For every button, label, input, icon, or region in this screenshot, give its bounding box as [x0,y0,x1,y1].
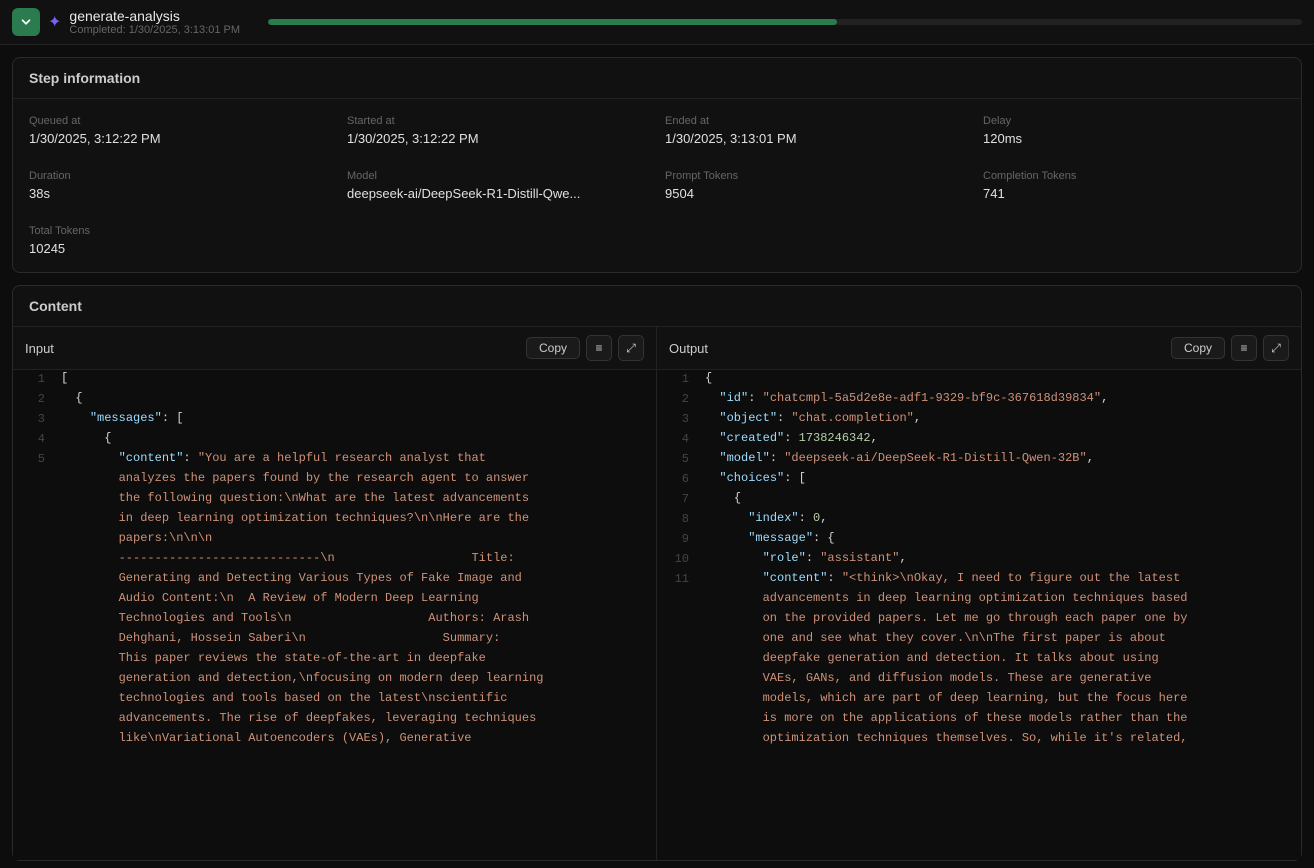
output-expand-button[interactable]: ⤢ [1263,335,1289,361]
code-line: is more on the applications of these mod… [657,710,1301,730]
total-tokens-value: 10245 [29,241,331,256]
code-line: 5 "model": "deepseek-ai/DeepSeek-R1-Dist… [657,450,1301,470]
top-bar: ✦ generate-analysis Completed: 1/30/2025… [0,0,1314,45]
completion-tokens-label: Completion Tokens [983,170,1285,182]
step-information-section: Step information Queued at 1/30/2025, 3:… [12,57,1302,273]
code-line: VAEs, GANs, and diffusion models. These … [657,670,1301,690]
input-panel-title: Input [25,341,54,356]
code-line: 1 { [657,370,1301,390]
code-line: 3 "object": "chat.completion", [657,410,1301,430]
top-bar-left: ✦ generate-analysis Completed: 1/30/2025… [12,8,240,36]
code-line: like\nVariational Autoencoders (VAEs), G… [13,730,656,750]
code-line: 10 "role": "assistant", [657,550,1301,570]
ended-at-value: 1/30/2025, 3:13:01 PM [665,131,967,146]
collapse-button[interactable] [12,8,40,36]
output-panel-header: Output Copy ≡ ⤢ [657,327,1301,370]
output-panel: Output Copy ≡ ⤢ 1 { 2 "id": "chatcmpl-5a… [657,327,1301,860]
content-section-header: Content [13,286,1301,327]
output-wrap-button[interactable]: ≡ [1231,335,1257,361]
delay-field: Delay 120ms [983,115,1285,146]
step-info-row-1: Queued at 1/30/2025, 3:12:22 PM Started … [13,99,1301,162]
code-line: 7 { [657,490,1301,510]
code-line: 5 "content": "You are a helpful research… [13,450,656,470]
started-at-value: 1/30/2025, 3:12:22 PM [347,131,649,146]
code-line: 11 "content": "<think>\nOkay, I need to … [657,570,1301,590]
code-line: 9 "message": { [657,530,1301,550]
input-code-area[interactable]: 1 [ 2 { 3 "messages": [ 4 { [13,370,656,860]
duration-label: Duration [29,170,331,182]
model-field: Model deepseek-ai/DeepSeek-R1-Distill-Qw… [347,170,649,201]
delay-label: Delay [983,115,1285,127]
ended-at-field: Ended at 1/30/2025, 3:13:01 PM [665,115,967,146]
code-line: 8 "index": 0, [657,510,1301,530]
task-info: generate-analysis Completed: 1/30/2025, … [69,8,240,36]
step-info-row-3: Total Tokens 10245 [13,217,1301,272]
code-line: generation and detection,\nfocusing on m… [13,670,656,690]
code-line: ----------------------------\n Title: [13,550,656,570]
code-line: models, which are part of deep learning,… [657,690,1301,710]
input-panel-header: Input Copy ≡ ⤢ [13,327,656,370]
code-line: papers:\n\n\n [13,530,656,550]
code-line: 2 { [13,390,656,410]
step-section-header: Step information [13,58,1301,99]
main-content: Step information Queued at 1/30/2025, 3:… [0,57,1314,861]
code-line: 4 { [13,430,656,450]
code-line: 6 "choices": [ [657,470,1301,490]
total-tokens-field: Total Tokens 10245 [29,225,331,256]
code-line: This paper reviews the state-of-the-art … [13,650,656,670]
content-section: Content Input Copy ≡ ⤢ 1 [ [12,285,1302,861]
completion-tokens-field: Completion Tokens 741 [983,170,1285,201]
duration-field: Duration 38s [29,170,331,201]
started-at-label: Started at [347,115,649,127]
total-tokens-label: Total Tokens [29,225,331,237]
progress-bar-fill [268,19,837,25]
model-value: deepseek-ai/DeepSeek-R1-Distill-Qwe... [347,186,649,201]
progress-bar-container [268,19,1302,25]
code-line: advancements in deep learning optimizati… [657,590,1301,610]
code-line: 1 [ [13,370,656,390]
output-panel-actions: Copy ≡ ⤢ [1171,335,1289,361]
prompt-tokens-label: Prompt Tokens [665,170,967,182]
completion-tokens-value: 741 [983,186,1285,201]
code-line: analyzes the papers found by the researc… [13,470,656,490]
duration-value: 38s [29,186,331,201]
input-panel-actions: Copy ≡ ⤢ [526,335,644,361]
task-subtitle: Completed: 1/30/2025, 3:13:01 PM [69,24,240,36]
queued-at-field: Queued at 1/30/2025, 3:12:22 PM [29,115,331,146]
code-line: optimization techniques themselves. So, … [657,730,1301,750]
code-line: in deep learning optimization techniques… [13,510,656,530]
queued-at-value: 1/30/2025, 3:12:22 PM [29,131,331,146]
input-wrap-button[interactable]: ≡ [586,335,612,361]
input-expand-button[interactable]: ⤢ [618,335,644,361]
sparkle-icon: ✦ [48,12,61,32]
code-line: the following question:\nWhat are the la… [13,490,656,510]
code-line: Generating and Detecting Various Types o… [13,570,656,590]
model-label: Model [347,170,649,182]
step-info-row-2: Duration 38s Model deepseek-ai/DeepSeek-… [13,162,1301,217]
ended-at-label: Ended at [665,115,967,127]
started-at-field: Started at 1/30/2025, 3:12:22 PM [347,115,649,146]
queued-at-label: Queued at [29,115,331,127]
code-line: advancements. The rise of deepfakes, lev… [13,710,656,730]
code-line: on the provided papers. Let me go throug… [657,610,1301,630]
output-panel-title: Output [669,341,708,356]
code-line: 4 "created": 1738246342, [657,430,1301,450]
input-panel: Input Copy ≡ ⤢ 1 [ 2 { [13,327,657,860]
prompt-tokens-value: 9504 [665,186,967,201]
output-code-area[interactable]: 1 { 2 "id": "chatcmpl-5a5d2e8e-adf1-9329… [657,370,1301,860]
code-line: 3 "messages": [ [13,410,656,430]
code-line: one and see what they cover.\n\nThe firs… [657,630,1301,650]
output-copy-button[interactable]: Copy [1171,337,1225,359]
delay-value: 120ms [983,131,1285,146]
panels-container: Input Copy ≡ ⤢ 1 [ 2 { [13,327,1301,860]
code-line: Dehghani, Hossein Saberi\n Summary: [13,630,656,650]
code-line: Audio Content:\n A Review of Modern Deep… [13,590,656,610]
code-line: Technologies and Tools\n Authors: Arash [13,610,656,630]
task-title: generate-analysis [69,8,240,24]
code-line: 2 "id": "chatcmpl-5a5d2e8e-adf1-9329-bf9… [657,390,1301,410]
prompt-tokens-field: Prompt Tokens 9504 [665,170,967,201]
code-line: technologies and tools based on the late… [13,690,656,710]
code-line: deepfake generation and detection. It ta… [657,650,1301,670]
input-copy-button[interactable]: Copy [526,337,580,359]
